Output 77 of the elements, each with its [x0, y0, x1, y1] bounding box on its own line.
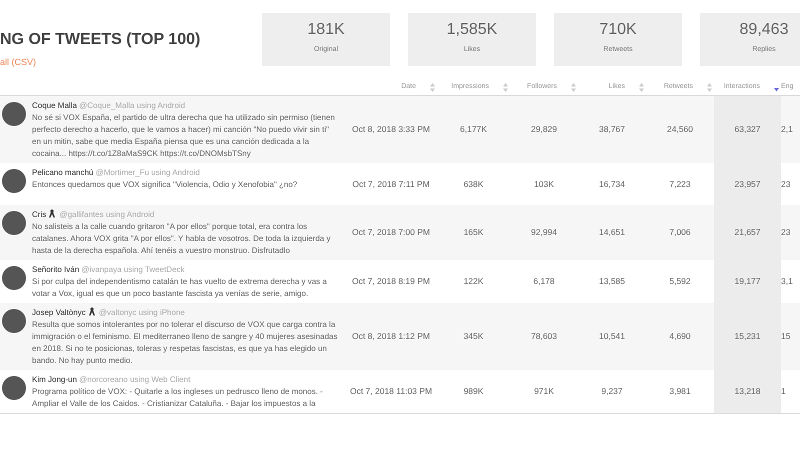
- stat-value: 89,463: [738, 21, 790, 39]
- table-cell: 2,1: [781, 123, 793, 136]
- table-cell: 23: [781, 178, 790, 190]
- table-cell: 13,218: [734, 385, 760, 398]
- user-handle: @valtonyc using iPhone: [98, 308, 185, 317]
- table-cell: 345K: [464, 330, 484, 343]
- table-cell: 16,734: [599, 178, 625, 190]
- table-cell: Oct 7, 2018 7:00 PM: [352, 226, 430, 239]
- tweet-text: Resulta que somos intolerantes por no tolerar el discurso de VOX que carga contra la immigración o el feminismo. El mediterraneo lleno de sangre y 40 mujeres asesinadas en 2018. Si no te posicionas, toleras y respetas fascistas, es que ya has elegido un bando. No hay punto medio.: [32, 319, 338, 367]
- table-cell: 13,585: [599, 275, 625, 288]
- user-name: Pelicano manchú: [32, 168, 94, 177]
- table-cell: 122K: [464, 275, 484, 288]
- user-handle: @norcoreano using Web Client: [79, 375, 190, 384]
- tweet-text: Programa político de VOX: - Quitarle a los ingleses un pedrusco lleno de monos. - Ampliar el Valle de los Caidos. - Cristianizar Cataluña. - Bajar los impuestos a la: [32, 386, 324, 410]
- table-cell: 24,560: [667, 123, 693, 136]
- avatar-circle: [2, 309, 26, 333]
- stat-value: 181K: [306, 21, 346, 39]
- table-cell: 971K: [534, 385, 554, 398]
- download-link[interactable]: all (CSV): [0, 57, 36, 68]
- table-cell: 63,327: [734, 123, 760, 136]
- user-handle: @Coque_Malla using Android: [79, 101, 186, 110]
- sort-icon[interactable]: [430, 83, 435, 92]
- avatar-circle: [2, 266, 26, 290]
- table-cell: 23,957: [734, 178, 760, 190]
- table-cell: 19,177: [734, 275, 760, 288]
- page-title: NG OF TWEETS (TOP 100): [0, 30, 202, 50]
- sort-icon[interactable]: [707, 83, 712, 92]
- table-cell: 638K: [464, 178, 484, 190]
- user-name: Señorito Iván: [32, 265, 80, 274]
- table-cell: 989K: [464, 385, 484, 398]
- table-cell: 10,541: [599, 330, 625, 343]
- stat-value: 1,585K: [446, 21, 498, 39]
- tweet-text: Entonces quedamos que VOX significa "Violencia, Odio y Xenofobia" ¿no?: [32, 179, 298, 191]
- user-name: Coque Malla: [32, 101, 77, 110]
- user-handle: @gallifantes using Android: [59, 210, 154, 219]
- table-cell: 3,981: [669, 385, 691, 398]
- table-cell: 9,237: [601, 385, 623, 398]
- table-cell: 15,231: [734, 330, 760, 343]
- avatar-circle: [2, 376, 26, 400]
- tweet-text: No salisteis a la calle cuando gritaron "A por ellos" porque total, era contra los catalanes. Ahora VOX grita "A por ellos". Y habla de vosotros. De toda la izquierda y hasta de la derecha española. Ahí tenéis a vuestro monstruo. Disfrutadlo: [32, 221, 332, 257]
- table-cell: 7,223: [669, 178, 691, 190]
- stat-value: 710K: [598, 21, 638, 39]
- table-cell: Oct 7, 2018 11:03 PM: [350, 385, 432, 398]
- table-cell: 6,177K: [460, 123, 487, 136]
- user-handle: @Mortimer_Fu using Android: [96, 168, 200, 177]
- table-cell: 5,592: [669, 275, 691, 288]
- table-cell: 29,829: [531, 123, 557, 136]
- user-name: Josep Valtònyc: [32, 308, 86, 317]
- avatar-circle: [2, 102, 26, 126]
- tweet-text: Si por culpa del independentismo catalán te has vuelto de extrema derecha y vas a votar a Vox, igual es que un poco bastante fascista ya venías de serie, amigo.: [32, 276, 328, 300]
- tweet-text: No sé si VOX España, el partido de ultra derecha que ha utilizado sin permiso (tienen perfecto derecho a hacerlo, que le vamos a hacer) mi canción "No puedo vivir sin ti" en un mitin, sabe que media España piensa que es una canción dedicada a la cocaina... https://t.co/1Z8aMaS9CK https://t.co/DNOMsbTSny: [32, 112, 336, 160]
- table-cell: Oct 8, 2018 1:12 PM: [352, 330, 430, 343]
- user-handle: @ivanpaya using TweetDeck: [81, 265, 185, 274]
- table-cell: 92,994: [531, 226, 557, 239]
- table-cell: Oct 7, 2018 7:11 PM: [352, 178, 430, 190]
- table-cell: 21,657: [734, 226, 760, 239]
- sort-icon[interactable]: [639, 83, 644, 92]
- table-cell: 103K: [534, 178, 554, 190]
- table-cell: 6,178: [533, 275, 555, 288]
- table-cell: 78,603: [531, 330, 557, 343]
- table-cell: 4,690: [669, 330, 691, 343]
- table-cell: Oct 7, 2018 8:19 PM: [352, 275, 430, 288]
- table-cell: 165K: [464, 226, 484, 239]
- table-cell: 7,006: [669, 226, 691, 239]
- table-cell: 15: [781, 330, 790, 343]
- table-cell: Oct 8, 2018 3:33 PM: [352, 123, 430, 136]
- sort-icon[interactable]: [503, 83, 508, 92]
- table-cell: 23: [781, 226, 790, 239]
- avatar-circle: [2, 211, 26, 235]
- table-cell: 1: [781, 385, 786, 398]
- avatar-circle: [2, 169, 26, 193]
- sort-icon[interactable]: [571, 83, 576, 92]
- table-cell: 38,767: [599, 123, 625, 136]
- table-cell: 14,651: [599, 226, 625, 239]
- user-name: Cris: [32, 210, 46, 219]
- table-cell: 3,1: [781, 275, 793, 288]
- user-name: Kim Jong-un: [32, 375, 77, 384]
